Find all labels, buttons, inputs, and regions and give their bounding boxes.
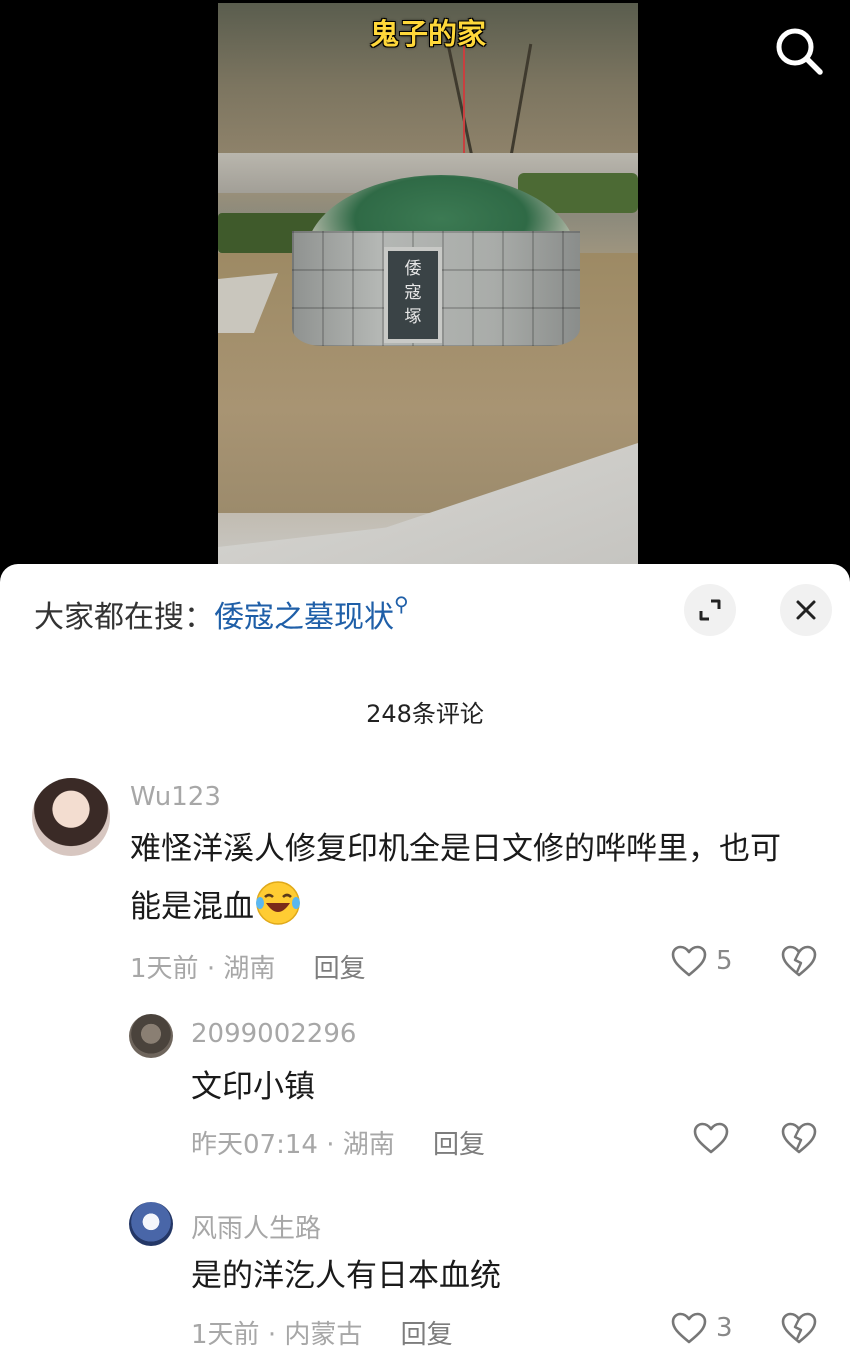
- like-count: 3: [716, 1313, 733, 1343]
- reply-button[interactable]: 回复: [314, 954, 366, 984]
- meta-dot: ·: [206, 954, 216, 984]
- dislike-button[interactable]: [780, 1121, 818, 1159]
- like-button[interactable]: [692, 1121, 730, 1155]
- comment-location: 湖南: [223, 954, 276, 984]
- broken-heart-icon: [781, 1122, 817, 1154]
- reply-button[interactable]: 回复: [433, 1130, 485, 1160]
- comment-username[interactable]: 风雨人生路: [191, 1208, 321, 1245]
- comment-text-line: 难怪洋溪人修复印机全是日文修的哗哗里，也可: [130, 831, 781, 867]
- dislike-button[interactable]: [780, 944, 818, 982]
- video-pole: [463, 43, 465, 153]
- close-button[interactable]: [780, 584, 832, 636]
- search-button[interactable]: [772, 24, 826, 78]
- tomb-plaque: 倭 寇 塚: [384, 247, 442, 343]
- comment-text: 难怪洋溪人修复印机全是日文修的哗哗里，也可 能是混血: [130, 820, 830, 936]
- close-icon: [796, 600, 816, 620]
- comment-time: 1天前: [191, 1320, 260, 1350]
- plaque-char: 倭: [404, 259, 422, 279]
- comment-text-line-2: 能是混血: [130, 889, 254, 925]
- broken-heart-icon: [781, 945, 817, 977]
- comment-location: 湖南: [342, 1130, 395, 1160]
- comment-username[interactable]: 2099002296: [191, 1019, 356, 1049]
- video-frame[interactable]: 倭 寇 塚 鬼子的家: [218, 3, 638, 564]
- comment-time: 1天前: [130, 954, 199, 984]
- avatar[interactable]: [129, 1014, 173, 1058]
- like-button[interactable]: 5: [670, 944, 733, 978]
- search-small-icon: ⚲: [394, 592, 409, 616]
- comment-time: 昨天07:14: [191, 1130, 318, 1160]
- reply-button[interactable]: 回复: [401, 1320, 453, 1350]
- expand-button[interactable]: [684, 584, 736, 636]
- trending-term-link[interactable]: 倭寇之墓现状: [214, 600, 394, 635]
- comment-location: 内蒙古: [284, 1320, 363, 1350]
- broken-heart-icon: [781, 1312, 817, 1344]
- trending-label: 大家都在搜：: [34, 600, 214, 635]
- dislike-button[interactable]: [780, 1311, 818, 1349]
- meta-dot: ·: [326, 1130, 335, 1160]
- comment-count: 248条评论: [366, 700, 484, 728]
- heart-icon: [693, 1122, 729, 1154]
- laughing-tears-emoji: [256, 881, 300, 925]
- comment-text-line: 能是混血: [130, 878, 830, 936]
- comment-text: 文印小镇: [191, 1069, 315, 1105]
- comment-sheet: 大家都在搜：倭寇之墓现状⚲ 248条评论 Wu123 难怪洋溪人修复印机全是日文…: [0, 564, 850, 1363]
- comment-meta: 昨天07:14 · 湖南 回复: [191, 1124, 485, 1161]
- comment-meta: 1天前 · 湖南 回复: [130, 948, 366, 985]
- like-button[interactable]: 3: [670, 1311, 733, 1345]
- video-player[interactable]: 倭 寇 塚 鬼子的家: [0, 0, 850, 580]
- plaque-char: 寇: [404, 283, 422, 303]
- video-caption: 鬼子的家: [369, 17, 486, 51]
- comment-text: 是的洋汔人有日本血统: [191, 1258, 501, 1294]
- comment-username[interactable]: Wu123: [130, 782, 221, 812]
- comment-meta: 1天前 · 内蒙古 回复: [191, 1314, 453, 1351]
- plaque-char: 塚: [404, 307, 422, 327]
- heart-icon: [671, 1312, 707, 1344]
- avatar[interactable]: [129, 1202, 173, 1246]
- heart-icon: [671, 945, 707, 977]
- meta-dot: ·: [267, 1320, 277, 1350]
- like-count: 5: [716, 946, 733, 976]
- expand-icon: [699, 599, 721, 621]
- trending-search[interactable]: 大家都在搜：倭寇之墓现状⚲: [34, 592, 409, 636]
- search-icon: [776, 28, 823, 75]
- avatar[interactable]: [32, 778, 110, 856]
